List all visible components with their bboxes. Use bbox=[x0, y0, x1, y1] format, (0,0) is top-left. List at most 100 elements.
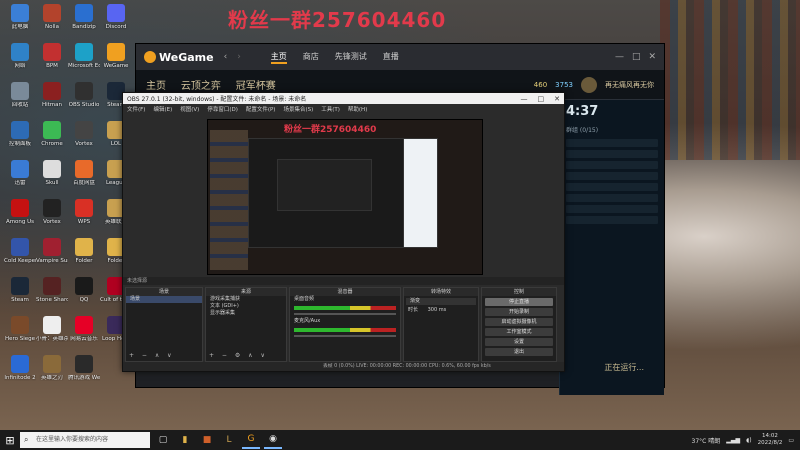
menu-edit[interactable]: 编辑(E) bbox=[153, 105, 172, 113]
lol-tab-home[interactable]: 主页 bbox=[146, 81, 166, 92]
lol-tab-cup[interactable]: 冠军杯赛 bbox=[236, 81, 276, 92]
obs-preview-canvas[interactable]: 粉丝一群257604460 bbox=[207, 119, 483, 275]
lol-taskbar-icon[interactable]: Ⅼ bbox=[220, 431, 238, 449]
desktop-icon[interactable]: Skull bbox=[36, 160, 68, 196]
desktop-icon[interactable]: WeGame bbox=[100, 43, 132, 79]
desktop-icon[interactable]: Vortex bbox=[68, 121, 100, 157]
start-recording-button[interactable]: 开始录制 bbox=[485, 308, 553, 316]
desktop-icon[interactable]: 网络 bbox=[4, 43, 36, 79]
desktop-icon[interactable]: Vortex bbox=[36, 199, 68, 235]
notification-icon[interactable]: ▭ bbox=[788, 437, 794, 444]
desktop-icon[interactable]: 迅雷 bbox=[4, 160, 36, 196]
friend-row[interactable] bbox=[566, 161, 658, 169]
desktop-icon[interactable]: Infinitode 2 bbox=[4, 355, 36, 391]
desktop-icon[interactable]: OBS Studio bbox=[68, 82, 100, 118]
task-view-icon[interactable]: ▢ bbox=[154, 431, 172, 449]
exit-button[interactable]: 退出 bbox=[485, 348, 553, 356]
desktop-icon[interactable]: Microsoft Edge bbox=[68, 43, 100, 79]
taskbar-search-input[interactable]: ⌕ 在这里输入你要搜索的内容 bbox=[20, 432, 150, 448]
menu-tools[interactable]: 工具(T) bbox=[321, 105, 340, 113]
desktop-icon[interactable]: Among Us bbox=[4, 199, 36, 235]
desktop-icon[interactable]: 小骨：英雄杀手 bbox=[36, 316, 68, 352]
sources-dock-controls[interactable]: + − ⚙ ∧ ∨ bbox=[209, 352, 268, 359]
desktop-icon[interactable]: Discord bbox=[100, 4, 132, 40]
obs-window[interactable]: OBS 27.0.1 (32-bit, windows) - 配置文件: 未命名… bbox=[122, 92, 565, 372]
lol-tab-tft[interactable]: 云顶之弈 bbox=[181, 81, 221, 92]
scenes-dock-controls[interactable]: + − ∧ ∨ bbox=[129, 352, 175, 359]
menu-help[interactable]: 帮助(H) bbox=[348, 105, 367, 113]
close-icon[interactable]: ✕ bbox=[648, 52, 656, 62]
desktop-icon[interactable]: BPM bbox=[36, 43, 68, 79]
volume-slider[interactable] bbox=[294, 335, 396, 337]
studio-mode-button[interactable]: 工作室模式 bbox=[485, 328, 553, 336]
source-item[interactable]: 游戏采集捕获 bbox=[206, 296, 286, 303]
source-item[interactable]: 显示器采集 bbox=[206, 310, 286, 317]
windows-start-icon[interactable]: ⊞ bbox=[0, 430, 20, 450]
desktop-icon[interactable]: WPS bbox=[68, 199, 100, 235]
desktop-icon[interactable]: Bandizip bbox=[68, 4, 100, 40]
weather-widget[interactable]: 37°C 晴朗 bbox=[692, 436, 721, 445]
desktop-icon-label: 控制面板 bbox=[8, 141, 31, 147]
desktop-icon[interactable]: Hero Siege bbox=[4, 316, 36, 352]
volume-icon[interactable]: ◖) bbox=[746, 437, 752, 444]
desktop-icon[interactable]: Hitman bbox=[36, 82, 68, 118]
maximize-icon[interactable]: □ bbox=[538, 95, 545, 103]
source-item[interactable]: 文本 (GDI+) bbox=[206, 303, 286, 310]
menu-profile[interactable]: 配置文件(P) bbox=[246, 105, 276, 113]
volume-slider[interactable] bbox=[294, 313, 396, 315]
menu-file[interactable]: 文件(F) bbox=[127, 105, 145, 113]
desktop-icon[interactable]: Folder bbox=[68, 238, 100, 274]
wegame-taskbar-icon[interactable]: G bbox=[242, 431, 260, 449]
menu-docks[interactable]: 停靠窗口(D) bbox=[207, 105, 238, 113]
settings-button[interactable]: 设置 bbox=[485, 338, 553, 346]
nav-home[interactable]: 主页 bbox=[270, 51, 287, 64]
file-explorer-icon[interactable]: ▮ bbox=[176, 431, 194, 449]
desktop-icon[interactable]: Nolla bbox=[36, 4, 68, 40]
menu-scene-collection[interactable]: 场景集合(S) bbox=[283, 105, 313, 113]
desktop-icon[interactable]: 网易云音乐 bbox=[68, 316, 100, 352]
taskbar-app-icon[interactable]: ■ bbox=[198, 431, 216, 449]
back-arrow-icon[interactable]: ‹ bbox=[224, 52, 228, 62]
desktop-icon[interactable]: 此电脑 bbox=[4, 4, 36, 40]
forward-arrow-icon[interactable]: › bbox=[237, 52, 241, 62]
friend-row[interactable] bbox=[566, 150, 658, 158]
stop-streaming-button[interactable]: 停止直播 bbox=[485, 298, 553, 306]
minimize-icon[interactable]: — bbox=[615, 52, 624, 62]
scene-item[interactable]: 场景 bbox=[126, 296, 202, 303]
desktop-icon[interactable]: Stone Shard bbox=[36, 277, 68, 313]
desktop-icon[interactable]: 回收站 bbox=[4, 82, 36, 118]
nav-live[interactable]: 直播 bbox=[383, 51, 399, 64]
taskbar-clock[interactable]: 14:02 2022/8/2 bbox=[758, 433, 783, 447]
virtual-camera-button[interactable]: 启动虚拟摄像机 bbox=[485, 318, 553, 326]
friend-row[interactable] bbox=[566, 194, 658, 202]
friends-group-label[interactable]: 群组 (0/15) bbox=[560, 123, 664, 136]
desktop-icon[interactable]: Vampire Survivors bbox=[36, 238, 68, 274]
desktop-icon[interactable]: 百度网盘 bbox=[68, 160, 100, 196]
maximize-icon[interactable]: □ bbox=[632, 52, 641, 62]
desktop-icon[interactable]: QQ bbox=[68, 277, 100, 313]
nav-store[interactable]: 商店 bbox=[303, 51, 319, 64]
friend-row[interactable] bbox=[566, 172, 658, 180]
transition-select[interactable]: 渐变 bbox=[406, 298, 476, 305]
duration-input[interactable]: 300 ms bbox=[428, 307, 447, 313]
menu-view[interactable]: 视图(V) bbox=[180, 105, 199, 113]
desktop-icon[interactable]: Chrome bbox=[36, 121, 68, 157]
desktop-icon-label: Stone Shard bbox=[36, 297, 68, 303]
friend-row[interactable] bbox=[566, 139, 658, 147]
obs-taskbar-icon[interactable]: ◉ bbox=[264, 431, 282, 449]
desktop-icon[interactable]: 控制面板 bbox=[4, 121, 36, 157]
friend-row[interactable] bbox=[566, 216, 658, 224]
desktop-icon[interactable]: 腾讯游戏 WeGame bbox=[68, 355, 100, 391]
minimize-icon[interactable]: — bbox=[521, 95, 528, 103]
network-icon[interactable]: ▂▄▆ bbox=[726, 437, 740, 444]
mixer-track-label: 桌面音频 bbox=[294, 296, 315, 302]
player-avatar[interactable] bbox=[581, 76, 597, 93]
desktop-icon[interactable]: 英雄之刃 bbox=[36, 355, 68, 391]
volume-meter bbox=[294, 328, 396, 332]
desktop-icon[interactable]: Steam bbox=[4, 277, 36, 313]
friend-row[interactable] bbox=[566, 205, 658, 213]
desktop-icon[interactable]: Cold Keeper bbox=[4, 238, 36, 274]
close-icon[interactable]: ✕ bbox=[554, 95, 560, 103]
friend-row[interactable] bbox=[566, 183, 658, 191]
nav-pioneer[interactable]: 先锋测试 bbox=[335, 51, 367, 64]
